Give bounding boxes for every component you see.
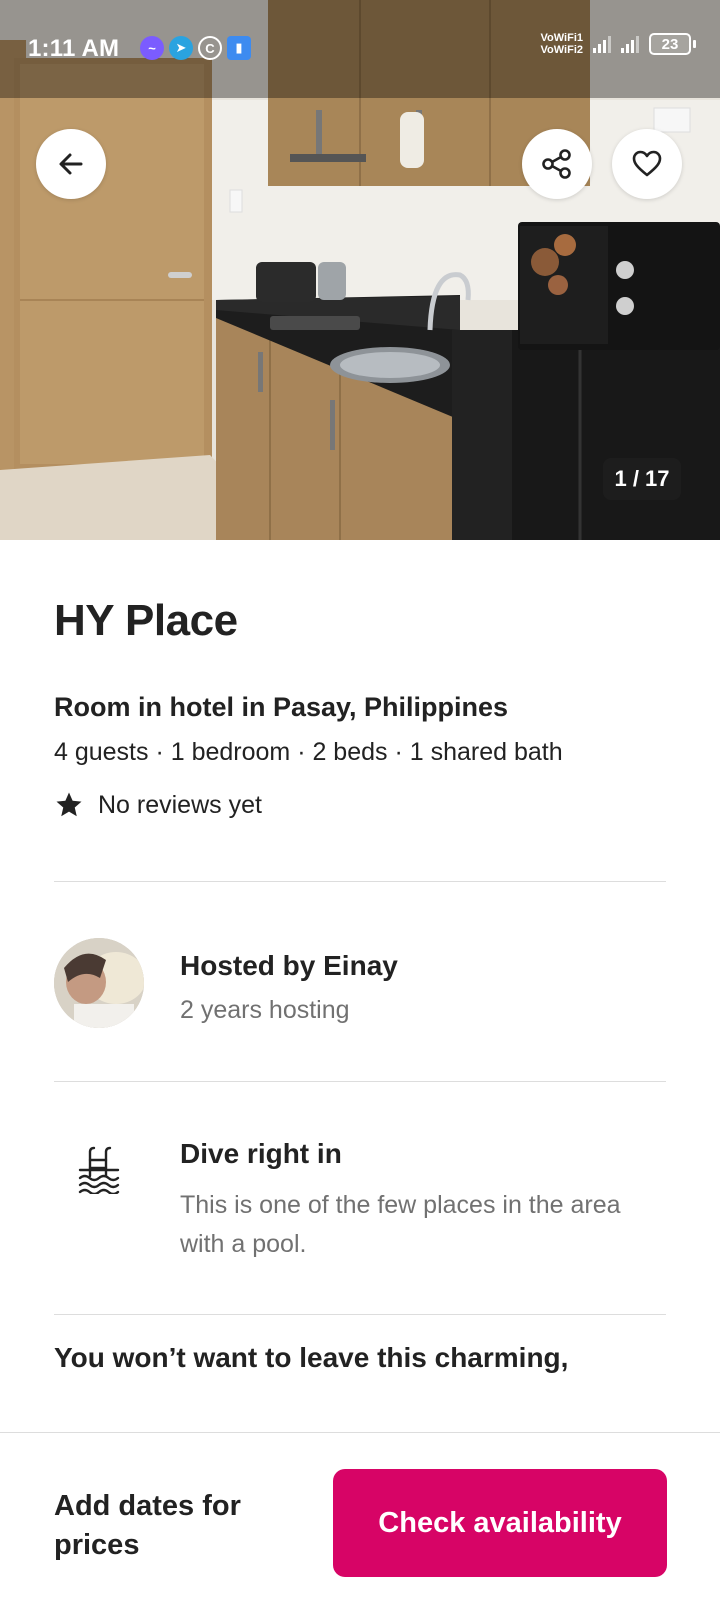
host-section[interactable]: Hosted by Einay 2 years hosting [54, 938, 666, 1028]
reviews-summary[interactable]: No reviews yet [54, 790, 262, 820]
highlight-description: This is one of the few places in the are… [180, 1191, 621, 1258]
share-button[interactable] [522, 129, 592, 199]
heart-icon [632, 150, 662, 177]
c-app-icon: C [198, 36, 222, 60]
divider [54, 1314, 666, 1315]
price-prompt[interactable]: Add dates for prices [54, 1487, 294, 1565]
telegram-icon: ➤ [169, 36, 193, 60]
save-favorite-button[interactable] [612, 129, 682, 199]
booking-footer: Add dates for prices Check availability [0, 1432, 720, 1612]
description-teaser: You won’t want to leave this charming, [54, 1342, 569, 1373]
status-time: 1:11 AM [28, 35, 120, 62]
host-name: Hosted by Einay [180, 950, 398, 981]
share-icon [542, 149, 571, 179]
listing-title: HY Place [54, 596, 238, 645]
pool-icon [78, 1146, 120, 1194]
star-icon [56, 792, 82, 817]
photo-counter: 1 / 17 [603, 458, 681, 500]
messenger-icon: ~ [140, 36, 164, 60]
vowifi-indicator: VoWiFi1 VoWiFi2 [541, 32, 583, 56]
notification-icons: ~ ➤ C ▮ [140, 36, 251, 60]
notification-icon: ▮ [227, 36, 251, 60]
highlight-title: Dive right in [180, 1138, 342, 1169]
battery-icon: 23 [649, 33, 696, 55]
vowifi-2-label: VoWiFi2 [540, 44, 583, 56]
divider [54, 881, 666, 882]
vowifi-1-label: VoWiFi1 [540, 32, 583, 44]
battery-level: 23 [649, 33, 691, 55]
listing-capacity: 4 guests · 1 bedroom · 2 beds · 1 shared… [54, 738, 563, 766]
status-right-group: VoWiFi1 VoWiFi2 23 [541, 32, 696, 56]
divider [54, 1081, 666, 1082]
host-tenure: 2 years hosting [180, 996, 350, 1024]
listing-photo[interactable]: 1:11 AM ~ ➤ C ▮ VoWiFi1 VoWiFi2 23 1 / 1… [0, 0, 720, 540]
status-bar: 1:11 AM ~ ➤ C ▮ VoWiFi1 VoWiFi2 23 [0, 0, 720, 98]
back-button[interactable] [36, 129, 106, 199]
host-avatar[interactable] [54, 938, 144, 1028]
listing-subtitle: Room in hotel in Pasay, Philippines [54, 692, 509, 722]
reviews-label: No reviews yet [98, 790, 262, 819]
back-arrow-icon [59, 153, 83, 175]
signal-1-icon [593, 35, 611, 53]
check-availability-button[interactable]: Check availability [333, 1469, 667, 1577]
signal-2-icon [621, 35, 639, 53]
